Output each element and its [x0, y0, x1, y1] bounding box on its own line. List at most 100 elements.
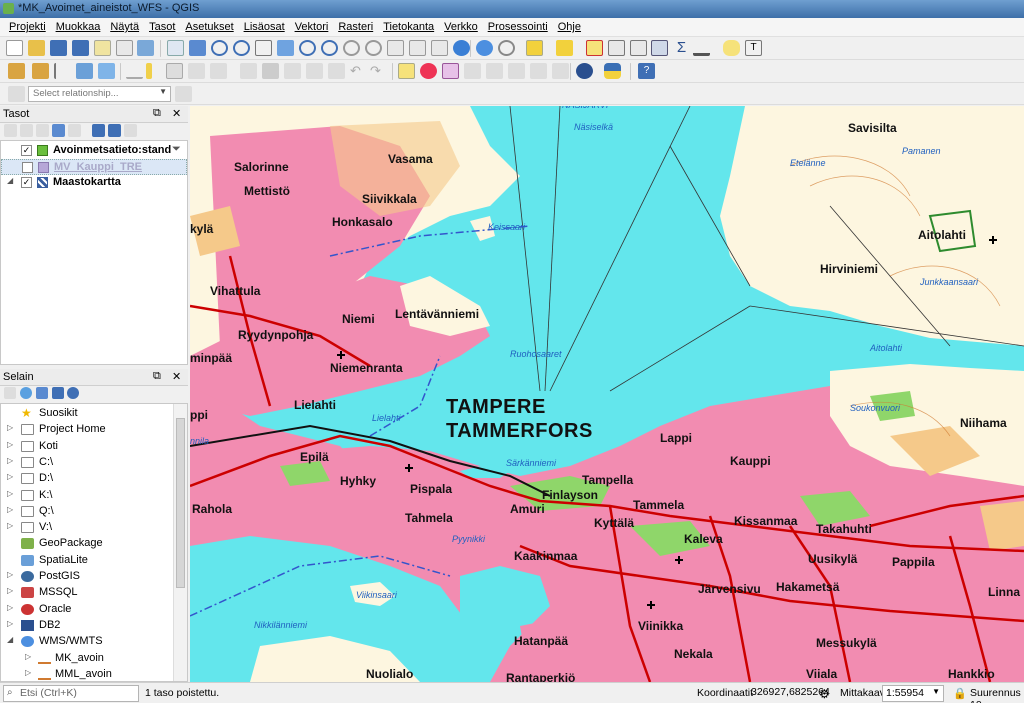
browser-item-q-[interactable]: ▷ Q:\	[1, 504, 173, 520]
modify-attributes-icon[interactable]	[240, 63, 257, 79]
cut-features-icon[interactable]	[284, 63, 301, 79]
menu-item-projekti[interactable]: Projekti	[4, 21, 51, 33]
expand-arrow-icon[interactable]: ▷	[7, 440, 13, 449]
menu-item-ohje[interactable]: Ohje	[553, 21, 586, 33]
filter-expression-icon[interactable]	[68, 124, 81, 137]
browser-item-mml-avoin[interactable]: ▷ MML_avoin	[1, 667, 173, 681]
add-wms-icon[interactable]	[98, 63, 115, 79]
map-canvas[interactable]: TAMPERETAMMERFORS NÄSIJÄRVI Näsiselkä Savis…	[190, 106, 1024, 682]
new-project-icon[interactable]	[6, 40, 23, 56]
browser-item-spatialite[interactable]: SpatiaLite	[1, 553, 173, 569]
zoom-full-icon[interactable]	[277, 40, 294, 56]
browser-item-project-home[interactable]: ▷ Project Home	[1, 422, 173, 438]
filter-legend-icon[interactable]	[52, 124, 65, 137]
expand-arrow-icon[interactable]: ▷	[7, 489, 13, 498]
layer-row-maastokartta[interactable]: ◢ ✓ Maastokartta	[1, 175, 187, 191]
identify-icon[interactable]	[476, 40, 493, 56]
menu-item-tietokanta[interactable]: Tietokanta	[378, 21, 439, 33]
add-layer-icon[interactable]	[32, 63, 49, 79]
browser-item-mk-avoin[interactable]: ▷ MK_avoin	[1, 651, 173, 667]
browser-item-oracle[interactable]: ▷ Oracle	[1, 602, 173, 618]
measure-icon[interactable]	[693, 40, 710, 56]
delete-selected-icon[interactable]	[262, 63, 279, 79]
collapse-all-icon[interactable]	[52, 387, 64, 399]
zoom-to-layer-icon[interactable]	[321, 40, 338, 56]
zoom-next-icon[interactable]	[365, 40, 382, 56]
python-console-icon[interactable]	[604, 63, 621, 79]
style-manager-icon[interactable]	[137, 40, 154, 56]
layout-manager-icon[interactable]	[116, 40, 133, 56]
close-icon[interactable]: ✕	[172, 107, 181, 120]
zoom-last-icon[interactable]	[343, 40, 360, 56]
expand-arrow-icon[interactable]: ▷	[7, 570, 13, 579]
save-as-icon[interactable]	[72, 40, 89, 56]
open-layer-styling-icon[interactable]	[4, 124, 17, 137]
collapse-all-icon[interactable]	[108, 124, 121, 137]
new-layer-icon[interactable]	[54, 63, 71, 79]
copy-features-icon[interactable]	[306, 63, 323, 79]
toggle-extents-icon[interactable]: ⚙	[819, 687, 830, 701]
select-by-value-icon[interactable]	[556, 40, 573, 56]
zoom-native-icon[interactable]	[255, 40, 272, 56]
expand-arrow-icon[interactable]: ◢	[7, 176, 13, 185]
menu-item-muokkaa[interactable]: Muokkaa	[51, 21, 106, 33]
add-group-icon[interactable]	[20, 124, 33, 137]
layer-visibility-checkbox[interactable]: ✓	[21, 145, 32, 156]
change-label-icon[interactable]	[552, 63, 569, 79]
text-annotation-icon[interactable]: T	[745, 40, 762, 56]
data-source-manager-icon[interactable]	[8, 63, 25, 79]
layer-row-avoinmetsatieto[interactable]: ✓ Avoinmetsatieto:stand ⏷	[1, 143, 187, 159]
lock-scale-icon[interactable]: 🔒	[953, 687, 967, 700]
actions-icon[interactable]	[498, 40, 515, 56]
browser-item-d-[interactable]: ▷ D:\	[1, 471, 173, 487]
expand-arrow-icon[interactable]: ▷	[25, 668, 31, 677]
pan-map-icon[interactable]	[167, 40, 184, 56]
close-icon[interactable]: ✕	[172, 370, 181, 383]
menu-item-prosessointi[interactable]: Prosessointi	[483, 21, 553, 33]
expand-arrow-icon[interactable]: ▷	[25, 652, 31, 661]
browser-scrollbar[interactable]	[173, 404, 187, 681]
expand-arrow-icon[interactable]: ▷	[7, 472, 13, 481]
toggle-editing-icon[interactable]	[146, 63, 152, 79]
expand-all-icon[interactable]	[92, 124, 105, 137]
remove-layer-icon[interactable]	[124, 124, 137, 137]
scrollbar-thumb[interactable]	[176, 418, 185, 588]
select-relationship-dropdown[interactable]: Select relationship... ▼	[28, 86, 171, 102]
rotate-label-icon[interactable]	[530, 63, 547, 79]
browser-item-v-[interactable]: ▷ V:\	[1, 520, 173, 536]
add-selected-layers-icon[interactable]	[4, 387, 16, 399]
expand-arrow-icon[interactable]: ▷	[7, 586, 13, 595]
browser-item-koti[interactable]: ▷ Koti	[1, 439, 173, 455]
open-project-icon[interactable]	[28, 40, 45, 56]
add-feature-icon[interactable]	[188, 63, 205, 79]
show-labels-icon[interactable]	[486, 63, 503, 79]
vertex-tool-icon[interactable]	[210, 63, 227, 79]
refresh-icon[interactable]	[453, 40, 470, 56]
menu-item-tasot[interactable]: Tasot	[144, 21, 180, 33]
help-icon[interactable]: ?	[638, 63, 655, 79]
manage-map-themes-icon[interactable]	[36, 124, 49, 137]
relation-filter-icon[interactable]	[175, 86, 192, 102]
menu-item-n-yt-[interactable]: Näytä	[105, 21, 144, 33]
pan-to-selection-icon[interactable]	[189, 40, 206, 56]
deselect-icon[interactable]	[586, 40, 603, 56]
layer-row-mv-kauppi[interactable]: MV_Kauppi_TRE	[1, 159, 187, 175]
browser-item-mssql[interactable]: ▷ MSSQL	[1, 585, 173, 601]
browser-item-suosikit[interactable]: ★ Suosikit	[1, 406, 173, 422]
locator-search-input[interactable]: ⌕ Etsi (Ctrl+K)	[3, 685, 139, 702]
highlight-labels-icon[interactable]	[442, 63, 459, 79]
expand-arrow-icon[interactable]: ▷	[7, 619, 13, 628]
zoom-to-selection-icon[interactable]	[299, 40, 316, 56]
save-project-icon[interactable]	[50, 40, 67, 56]
layer-visibility-checkbox[interactable]: ✓	[21, 177, 32, 188]
attribute-table-icon[interactable]	[608, 40, 625, 56]
move-label-icon[interactable]	[508, 63, 525, 79]
redo-icon[interactable]: ↷	[370, 63, 387, 79]
browser-item-db2[interactable]: ▷ DB2	[1, 618, 173, 634]
map-tips-icon[interactable]	[723, 40, 740, 56]
bookmark-icon[interactable]	[431, 40, 448, 56]
paste-features-icon[interactable]	[328, 63, 345, 79]
label-tool-icon[interactable]	[398, 63, 415, 79]
filter-icon[interactable]: ⏷	[172, 143, 181, 156]
menu-item-asetukset[interactable]: Asetukset	[180, 21, 238, 33]
